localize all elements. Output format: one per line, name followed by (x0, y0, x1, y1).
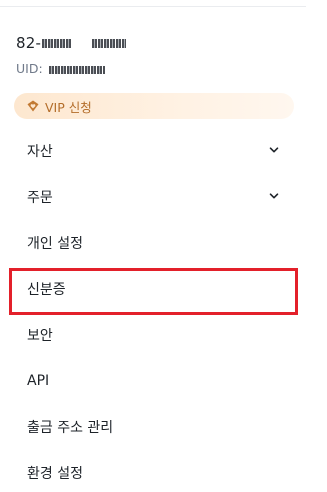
menu-item-orders[interactable]: 주문 (0, 174, 306, 220)
menu-item-label: 개인 설정 (27, 236, 83, 252)
account-menu-panel: 82- UID: VIP 신청 자산 주문 개인 설정 신분증 보안 API 출… (0, 0, 327, 492)
menu-item-assets[interactable]: 자산 (0, 128, 306, 174)
user-name: 82- (16, 34, 127, 52)
redacted-name (42, 39, 73, 48)
menu-item-label: 보안 (27, 328, 53, 344)
uid-label: UID: (16, 61, 43, 76)
account-menu: 자산 주문 개인 설정 신분증 보안 API 출금 주소 관리 환경 설정 (0, 128, 306, 492)
menu-item-api[interactable]: API (0, 358, 306, 404)
chevron-down-icon[interactable] (268, 190, 280, 202)
menu-item-label: API (27, 373, 50, 389)
menu-item-withdrawal-address[interactable]: 출금 주소 관리 (0, 404, 306, 450)
top-divider (0, 6, 306, 7)
menu-item-identification[interactable]: 신분증 (0, 266, 306, 312)
menu-item-preferences[interactable]: 환경 설정 (0, 450, 306, 492)
redacted-name-2 (92, 39, 127, 48)
menu-item-label: 자산 (27, 144, 53, 160)
redacted-uid (48, 65, 105, 74)
diamond-heart-icon (26, 99, 40, 113)
vip-apply-label: VIP 신청 (45, 99, 92, 115)
menu-item-label: 주문 (27, 190, 53, 206)
menu-item-label: 환경 설정 (27, 466, 83, 482)
menu-item-personal-settings[interactable]: 개인 설정 (0, 220, 306, 266)
chevron-down-icon[interactable] (268, 144, 280, 156)
menu-item-security[interactable]: 보안 (0, 312, 306, 358)
vip-apply-button[interactable]: VIP 신청 (14, 93, 294, 119)
menu-item-label: 신분증 (27, 282, 66, 298)
user-name-prefix: 82- (16, 34, 42, 52)
user-uid: UID: (16, 61, 105, 76)
menu-item-label: 출금 주소 관리 (27, 420, 114, 436)
